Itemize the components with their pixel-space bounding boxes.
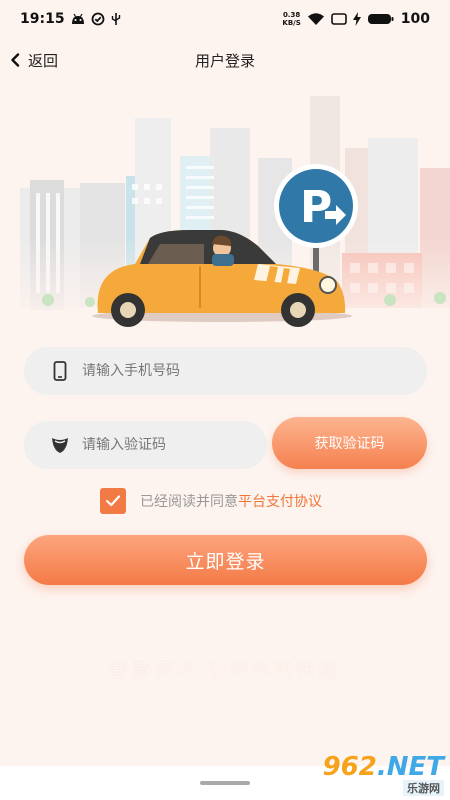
- charging-icon: [352, 12, 361, 26]
- status-time: 19:15: [20, 11, 65, 27]
- nav-bar: 返回 用户登录: [0, 38, 450, 82]
- login-button[interactable]: 立即登录: [24, 535, 427, 585]
- watermark-logo: 962.NET 乐游网: [308, 752, 450, 798]
- slogan: 智慧停车 让停车更快捷: [110, 660, 340, 681]
- watermark-sub: 乐游网: [403, 780, 444, 796]
- battery-icon: [367, 12, 395, 26]
- speed-value: 0.38: [282, 11, 301, 19]
- check-circle-icon: [91, 12, 105, 26]
- code-field[interactable]: [24, 421, 267, 469]
- agreement-row: 已经阅读并同意 平台支付协议: [100, 488, 322, 514]
- watermark-suffix: .NET: [376, 752, 444, 782]
- battery-level: 100: [400, 11, 430, 27]
- phone-input[interactable]: [82, 363, 427, 379]
- android-icon: [71, 13, 85, 25]
- car-parking-illustration: P: [0, 96, 450, 328]
- phone-field[interactable]: [24, 347, 427, 395]
- shield-icon: [50, 436, 70, 454]
- speed-unit: KB/S: [282, 19, 301, 27]
- get-code-button[interactable]: 获取验证码: [272, 417, 427, 469]
- check-icon: [105, 495, 121, 507]
- svg-text:P: P: [300, 182, 332, 233]
- wifi-icon: [307, 12, 325, 26]
- status-left: 19:15: [20, 11, 121, 27]
- code-input[interactable]: [82, 437, 267, 453]
- network-speed: 0.38 KB/S: [282, 11, 300, 27]
- usb-icon: [111, 12, 121, 26]
- hero-illustration: P: [0, 88, 450, 328]
- phone-icon: [50, 361, 70, 381]
- watermark-main: 962.NET: [323, 754, 444, 780]
- status-right: 0.38 KB/S 100: [282, 11, 430, 27]
- agreement-link[interactable]: 平台支付协议: [238, 491, 322, 511]
- page-title: 用户登录: [194, 52, 255, 70]
- sim-icon: [330, 13, 347, 25]
- watermark-number: 962: [322, 752, 377, 782]
- agree-checkbox[interactable]: [100, 488, 126, 514]
- status-bar: 19:15 0.38 KB/S 100: [0, 0, 450, 38]
- home-indicator[interactable]: [200, 781, 250, 785]
- agree-text: 已经阅读并同意: [140, 494, 238, 510]
